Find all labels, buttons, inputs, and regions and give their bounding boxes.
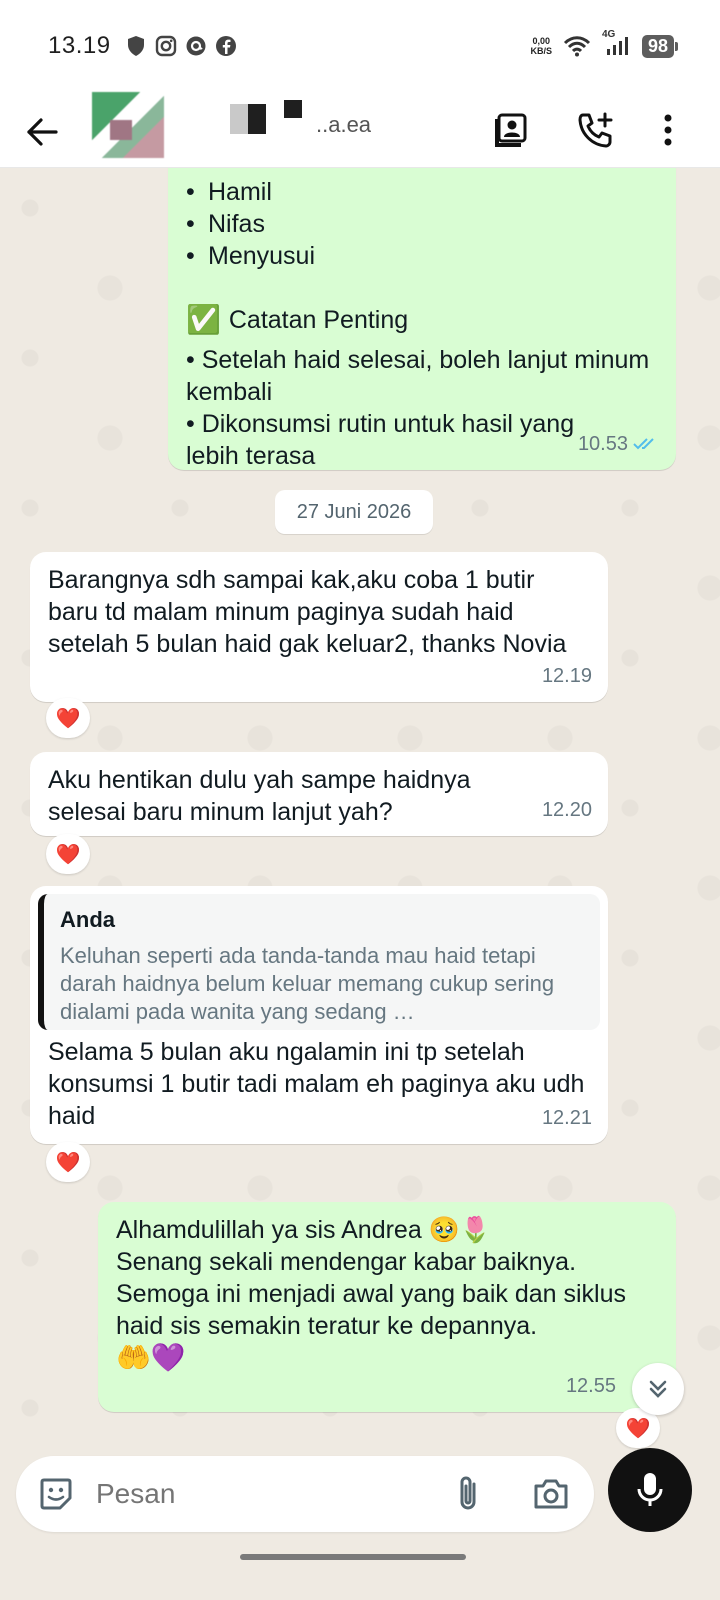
bullet-item: • Hamil: [186, 178, 272, 206]
attachment-icon[interactable]: [454, 1474, 482, 1514]
message-outgoing[interactable]: Alhamdulillah ya sis Andrea 🥹🌷 Senang se…: [98, 1202, 676, 1412]
message-text: Aku hentikan dulu yah sampe haidnya sele…: [48, 766, 471, 826]
reaction-heart[interactable]: ❤️: [46, 834, 90, 874]
quote-text: Keluhan seperti ada tanda-tanda mau haid…: [60, 943, 555, 1024]
shield-icon: [125, 35, 147, 57]
message-incoming[interactable]: Aku hentikan dulu yah sampe haidnya sele…: [30, 752, 608, 836]
message-time: 12.20: [541, 799, 592, 821]
message-time: 12.21: [541, 1107, 592, 1129]
message-input[interactable]: [96, 1472, 416, 1516]
phone-add-icon: [578, 112, 613, 148]
voice-message-button[interactable]: [608, 1448, 692, 1532]
note-item: • Setelah haid selesai, boleh lanjut min…: [186, 346, 650, 406]
message-time: 10.53: [578, 428, 660, 460]
video-call-button[interactable]: [492, 110, 532, 150]
more-options-button[interactable]: [648, 110, 688, 150]
wifi-icon: [562, 35, 592, 57]
message-outgoing-info[interactable]: • Hamil • Nifas • Menyusui ✅ Catatan Pentin…: [168, 168, 676, 470]
camera-icon[interactable]: [532, 1476, 570, 1512]
sticker-icon[interactable]: [38, 1476, 74, 1512]
message-text: Selama 5 bulan aku ngalamin ini tp setel…: [48, 1038, 585, 1130]
message-time: 12.55: [565, 1375, 616, 1397]
message-text: Barangnya sdh sampai kak,aku coba 1 buti…: [48, 566, 567, 658]
bullet-item: • Menyusui: [186, 242, 315, 270]
note-item: • Dikonsumsi rutin untuk hasil yang lebi…: [186, 410, 575, 470]
check-mark-emoji: ✅: [186, 304, 221, 335]
arrow-left-icon: [27, 118, 58, 146]
add-call-button[interactable]: [576, 110, 616, 150]
contact-avatar[interactable]: [92, 92, 164, 158]
double-chevron-down-icon: [649, 1380, 667, 1398]
back-button[interactable]: [22, 112, 62, 152]
network-speed: 0,00 KB/S: [530, 36, 552, 56]
status-bar: 13.19 0,00 KB/S 4G 98: [0, 0, 720, 92]
video-call-icon: [495, 113, 527, 147]
contact-name[interactable]: ..a.ea: [230, 100, 380, 140]
gesture-navigation-bar[interactable]: [240, 1554, 466, 1560]
reaction-heart[interactable]: ❤️: [46, 1142, 90, 1182]
quote-author: Anda: [60, 907, 115, 932]
section-title: Catatan Penting: [228, 306, 409, 334]
message-incoming[interactable]: Barangnya sdh sampai kak,aku coba 1 buti…: [30, 552, 608, 702]
date-separator: 27 Juni 2026: [275, 490, 433, 534]
facebook-icon: [215, 35, 237, 57]
bullet-item: • Nifas: [186, 210, 265, 238]
instagram-icon: [155, 35, 177, 57]
reaction-heart[interactable]: ❤️: [46, 698, 90, 738]
chat-area[interactable]: • Hamil • Nifas • Menyusui ✅ Catatan Pentin…: [0, 168, 720, 1456]
message-text: Senang sekali mendengar kabar baiknya. S…: [116, 1248, 627, 1340]
quoted-message[interactable]: Anda Keluhan seperti ada tanda-tanda mau…: [38, 894, 600, 1030]
message-input-bar: [16, 1456, 594, 1532]
message-text: Alhamdulillah ya sis Andrea 🥹🌷: [116, 1216, 491, 1244]
double-check-icon: [633, 438, 654, 450]
cell-signal-icon: 4G: [602, 29, 632, 57]
message-time: 12.19: [541, 665, 592, 687]
status-time: 13.19: [48, 32, 111, 59]
chat-header: ..a.ea: [0, 92, 720, 168]
scroll-to-bottom-button[interactable]: [632, 1363, 684, 1415]
composer: [0, 1448, 720, 1600]
microphone-icon: [637, 1473, 663, 1506]
battery-indicator: 98: [641, 34, 679, 58]
more-vertical-icon: [664, 114, 672, 146]
message-incoming-reply[interactable]: Anda Keluhan seperti ada tanda-tanda mau…: [30, 886, 608, 1144]
threads-icon: [185, 35, 207, 57]
